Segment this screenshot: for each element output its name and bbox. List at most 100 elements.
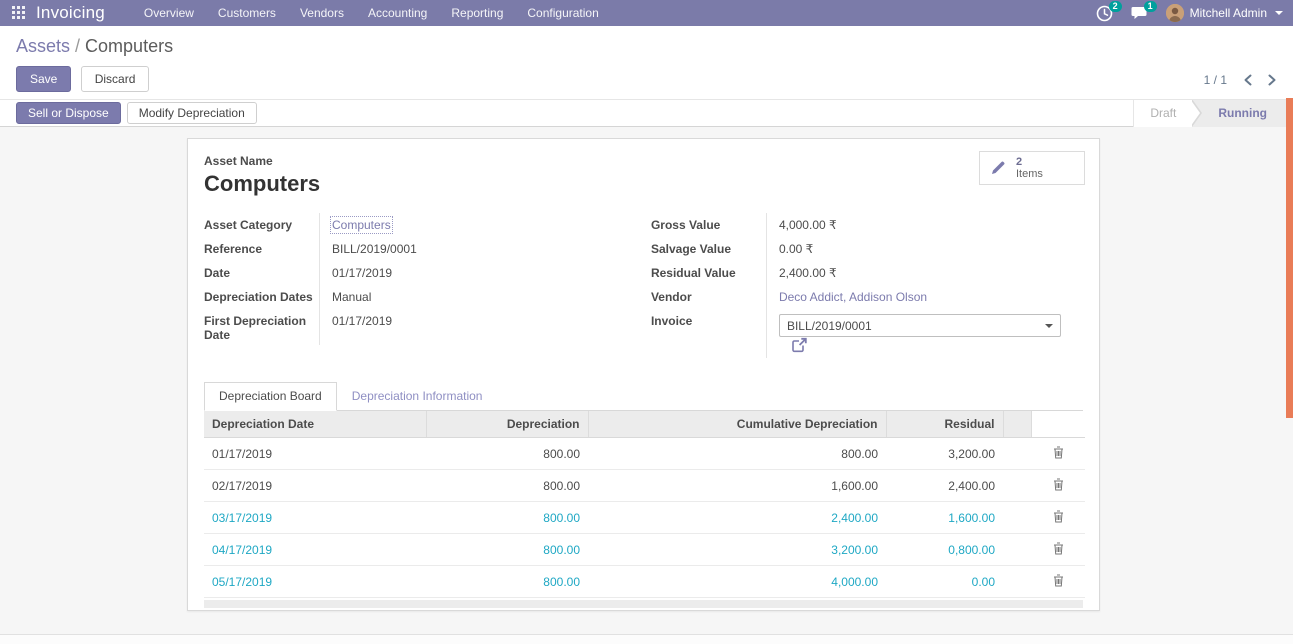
external-link-icon[interactable] [791, 337, 808, 353]
cell-depreciation[interactable]: 800.00 [426, 438, 588, 470]
cell-depreciation[interactable]: 800.00 [426, 470, 588, 502]
breadcrumb-assets-link[interactable]: Assets [16, 36, 70, 56]
cell-date[interactable]: 05/17/2019 [204, 566, 426, 598]
cell-depreciation[interactable]: 800.00 [426, 534, 588, 566]
sell-or-dispose-button[interactable]: Sell or Dispose [16, 102, 121, 124]
control-panel: Assets/Computers Save Discard 1 / 1 [0, 26, 1293, 99]
salvage-value-value[interactable]: 0.00 ₹ [766, 237, 1083, 261]
delete-row-button[interactable] [1031, 502, 1085, 534]
table-row[interactable]: 01/17/2019 800.00 800.00 3,200.00 [204, 438, 1085, 470]
statusbar: Sell or Dispose Modify Depreciation Draf… [0, 99, 1293, 127]
asset-name-label: Asset Name [204, 154, 1083, 168]
save-button[interactable]: Save [16, 66, 71, 92]
nav-menu-customers[interactable]: Customers [207, 0, 287, 26]
pencil-icon [990, 160, 1006, 176]
field-depreciation-dates: Depreciation Dates Manual [204, 285, 643, 309]
nav-menu-accounting[interactable]: Accounting [357, 0, 438, 26]
messages-icon[interactable]: 1 [1131, 5, 1148, 22]
breadcrumb-current: Computers [85, 36, 173, 56]
cell-depreciation[interactable]: 800.00 [426, 502, 588, 534]
asset-name-title[interactable]: Computers [204, 171, 1083, 197]
notebook: Depreciation Board Depreciation Informat… [204, 382, 1083, 608]
field-salvage-value: Salvage Value 0.00 ₹ [651, 237, 1083, 261]
delete-row-button[interactable] [1031, 534, 1085, 566]
cell-residual[interactable]: 1,600.00 [886, 502, 1003, 534]
cell-cumulative[interactable]: 1,600.00 [588, 470, 886, 502]
cell-cumulative[interactable]: 4,000.00 [588, 566, 886, 598]
field-column-right: Gross Value 4,000.00 ₹ Salvage Value 0.0… [651, 213, 1083, 358]
discard-button[interactable]: Discard [81, 66, 150, 92]
field-gross-value: Gross Value 4,000.00 ₹ [651, 213, 1083, 237]
first-depreciation-date-label: First Depreciation Date [204, 309, 319, 347]
col-residual[interactable]: Residual [886, 411, 1003, 438]
cell-residual[interactable]: 0,800.00 [886, 534, 1003, 566]
asset-form-sheet: Asset Name Computers 2 Items Asset Categ… [187, 138, 1100, 611]
cell-residual[interactable]: 2,400.00 [886, 470, 1003, 502]
first-depreciation-date-value[interactable]: 01/17/2019 [319, 309, 643, 345]
pager-next-icon[interactable] [1268, 74, 1277, 86]
delete-row-button[interactable] [1031, 470, 1085, 502]
table-row[interactable]: 02/17/2019 800.00 1,600.00 2,400.00 [204, 470, 1085, 502]
apps-menu-icon[interactable] [12, 6, 26, 20]
date-value[interactable]: 01/17/2019 [319, 261, 643, 285]
depreciation-dates-label: Depreciation Dates [204, 285, 319, 309]
col-depreciation[interactable]: Depreciation [426, 411, 588, 438]
residual-value-value[interactable]: 2,400.00 ₹ [766, 261, 1083, 285]
salvage-value-label: Salvage Value [651, 237, 766, 261]
residual-value-label: Residual Value [651, 261, 766, 285]
vendor-label: Vendor [651, 285, 766, 309]
main-menu: Overview Customers Vendors Accounting Re… [133, 0, 610, 26]
scrollbar-indicator[interactable] [1286, 98, 1293, 418]
state-draft[interactable]: Draft [1134, 100, 1192, 127]
cell-cumulative[interactable]: 2,400.00 [588, 502, 886, 534]
breadcrumb: Assets/Computers [16, 36, 1277, 57]
breadcrumb-separator: / [75, 36, 80, 56]
items-stat-button[interactable]: 2 Items [979, 151, 1085, 185]
pager: 1 / 1 [1204, 73, 1277, 87]
statusbar-states: Draft Running [1133, 100, 1293, 127]
col-cumulative-depreciation[interactable]: Cumulative Depreciation [588, 411, 886, 438]
cell-date[interactable]: 02/17/2019 [204, 470, 426, 502]
modify-depreciation-button[interactable]: Modify Depreciation [127, 102, 257, 124]
cell-cumulative[interactable]: 800.00 [588, 438, 886, 470]
vendor-value-link[interactable]: Deco Addict, Addison Olson [779, 290, 927, 304]
nav-menu-vendors[interactable]: Vendors [289, 0, 355, 26]
cell-date[interactable]: 03/17/2019 [204, 502, 426, 534]
tab-bar: Depreciation Board Depreciation Informat… [204, 382, 1083, 411]
field-first-depreciation-date: First Depreciation Date 01/17/2019 [204, 309, 643, 347]
cell-residual[interactable]: 0.00 [886, 566, 1003, 598]
table-header-row: Depreciation Date Depreciation Cumulativ… [204, 411, 1085, 438]
asset-category-value[interactable]: Computers [332, 218, 391, 232]
app-title[interactable]: Invoicing [36, 3, 105, 23]
asset-category-label: Asset Category [204, 213, 319, 237]
trash-icon [1053, 542, 1064, 555]
user-menu[interactable]: Mitchell Admin [1166, 4, 1283, 22]
pager-previous-icon[interactable] [1243, 74, 1252, 86]
cell-residual[interactable]: 3,200.00 [886, 438, 1003, 470]
nav-menu-overview[interactable]: Overview [133, 0, 205, 26]
cell-date[interactable]: 04/17/2019 [204, 534, 426, 566]
table-row[interactable]: 03/17/2019 800.00 2,400.00 1,600.00 [204, 502, 1085, 534]
activities-icon[interactable]: 2 [1096, 5, 1113, 22]
delete-row-button[interactable] [1031, 566, 1085, 598]
field-reference: Reference BILL/2019/0001 [204, 237, 643, 261]
cell-date[interactable]: 01/17/2019 [204, 438, 426, 470]
nav-menu-reporting[interactable]: Reporting [440, 0, 514, 26]
cell-depreciation[interactable]: 800.00 [426, 566, 588, 598]
activity-count-badge: 2 [1109, 1, 1122, 12]
field-asset-category: Asset Category Computers [204, 213, 643, 237]
invoice-select[interactable]: BILL/2019/0001 [779, 314, 1061, 337]
trash-icon [1053, 574, 1064, 587]
delete-row-button[interactable] [1031, 438, 1085, 470]
table-row[interactable]: 05/17/2019 800.00 4,000.00 0.00 [204, 566, 1085, 598]
table-row[interactable]: 04/17/2019 800.00 3,200.00 0,800.00 [204, 534, 1085, 566]
col-depreciation-date[interactable]: Depreciation Date [204, 411, 426, 438]
reference-value[interactable]: BILL/2019/0001 [319, 237, 643, 261]
tab-depreciation-information[interactable]: Depreciation Information [337, 382, 498, 411]
tab-depreciation-board[interactable]: Depreciation Board [204, 382, 337, 411]
depreciation-dates-value[interactable]: Manual [319, 285, 643, 309]
form-buttons: Save Discard [16, 66, 1277, 92]
cell-cumulative[interactable]: 3,200.00 [588, 534, 886, 566]
gross-value-value[interactable]: 4,000.00 ₹ [766, 213, 1083, 237]
nav-menu-configuration[interactable]: Configuration [516, 0, 609, 26]
